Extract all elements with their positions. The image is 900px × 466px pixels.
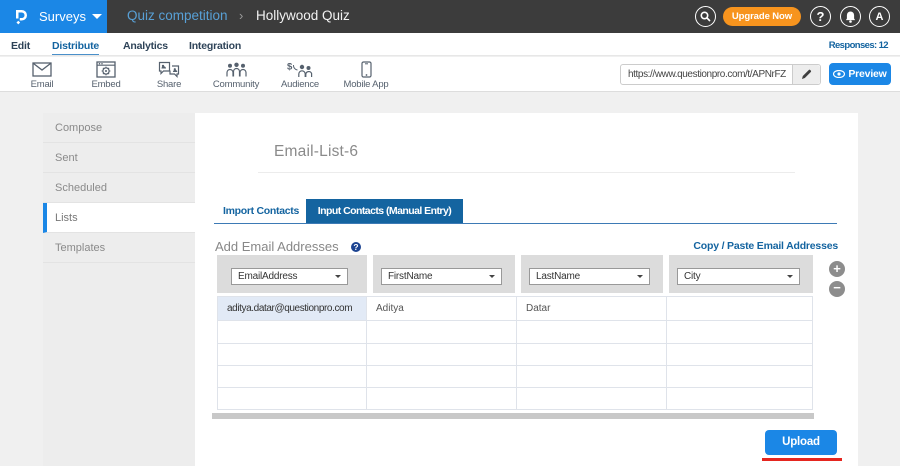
svg-text:$: $ <box>287 62 293 73</box>
